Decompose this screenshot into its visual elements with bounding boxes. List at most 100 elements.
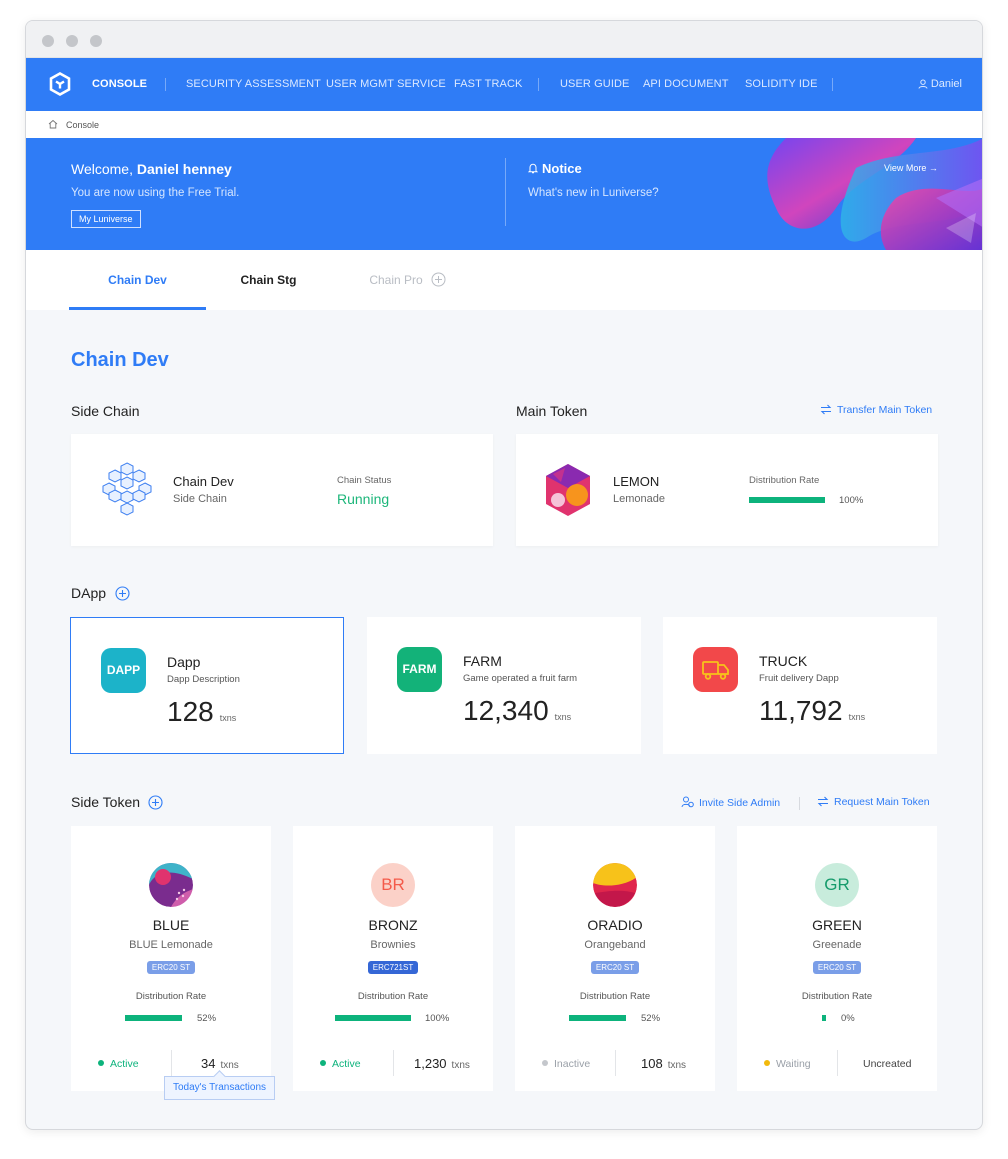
- dapp-card[interactable]: FARM FARM Game operated a fruit farm 12,…: [367, 617, 641, 754]
- chain-tabs: Chain Dev Chain Stg Chain Pro: [26, 250, 982, 310]
- user-name: Daniel: [930, 78, 962, 90]
- breadcrumb: Console: [26, 111, 982, 138]
- token-dr-value: 100%: [425, 1013, 450, 1024]
- trial-text: You are now using the Free Trial.: [71, 187, 240, 199]
- token-dr-bar: [335, 1015, 411, 1021]
- main-token-sub: Lemonade: [613, 493, 665, 505]
- dapp-card[interactable]: TRUCK Fruit delivery Dapp 11,792 txns: [663, 617, 937, 754]
- token-name: GREEN: [812, 917, 862, 933]
- side-token-card[interactable]: BLUE BLUE Lemonade ERC20 ST Distribution…: [71, 826, 271, 1091]
- token-txn-count[interactable]: 1,230 txns: [414, 1056, 470, 1071]
- nav-console[interactable]: CONSOLE: [92, 58, 147, 111]
- token-sub: Brownies: [370, 939, 416, 951]
- dapp-name: FARM: [463, 653, 502, 669]
- token-dr-value: 52%: [641, 1013, 661, 1024]
- token-status: Waiting: [764, 1058, 811, 1070]
- nav-solidity-ide[interactable]: SOLIDITY IDE: [745, 58, 818, 111]
- truck-icon: [693, 647, 738, 692]
- token-standard-badge: ERC20 ST: [590, 961, 640, 974]
- tab-chain-dev[interactable]: Chain Dev: [69, 250, 206, 310]
- main-token-dr-bar: [749, 497, 825, 503]
- bronz-token-avatar: BR: [371, 863, 415, 907]
- token-dr-bar: [125, 1015, 182, 1021]
- nav-user-guide[interactable]: USER GUIDE: [560, 58, 629, 111]
- token-dr-label: Distribution Rate: [357, 991, 429, 1002]
- welcome-user-name: Daniel henney: [136, 161, 232, 177]
- home-icon[interactable]: [48, 119, 58, 129]
- transfer-icon: [817, 796, 829, 807]
- status-dot: [320, 1060, 326, 1066]
- add-dapp-icon[interactable]: [115, 586, 130, 601]
- token-txn-count[interactable]: 34 txns: [201, 1056, 239, 1071]
- nav-security-assessment[interactable]: SECURITY ASSESSMENT: [186, 58, 321, 111]
- request-main-token-link[interactable]: Request Main Token: [817, 796, 930, 808]
- view-more-link[interactable]: View More →: [884, 163, 938, 173]
- dapp-txn-count: 11,792 txns: [759, 695, 866, 726]
- token-dr-label: Distribution Rate: [801, 991, 873, 1002]
- dapp-txn-count: 128 txns: [167, 696, 237, 727]
- chain-status-value: Running: [337, 491, 390, 507]
- side-token-card[interactable]: GR GREEN Greenade ERC20 ST Distribution …: [737, 826, 937, 1091]
- token-name: BRONZ: [368, 917, 418, 933]
- side-chain-card[interactable]: Chain Dev Side Chain Chain Status Runnin…: [71, 434, 493, 546]
- luniverse-logo-icon[interactable]: [48, 72, 72, 96]
- notice-text[interactable]: What's new in Luniverse?: [528, 187, 659, 199]
- window-close-dot[interactable]: [42, 35, 54, 47]
- nav-separator: [165, 78, 166, 91]
- dapp-desc: Dapp Description: [167, 674, 240, 685]
- token-dr-label: Distribution Rate: [135, 991, 207, 1002]
- invite-side-admin-link[interactable]: Invite Side Admin: [681, 796, 780, 809]
- window-titlebar: [26, 21, 982, 58]
- nav-api-document[interactable]: API DOCUMENT: [643, 58, 729, 111]
- tab-chain-pro[interactable]: Chain Pro: [361, 250, 431, 310]
- token-sub: Orangeband: [584, 939, 646, 951]
- side-chain-name: Chain Dev: [173, 474, 234, 489]
- add-chain-icon[interactable]: [431, 272, 446, 287]
- banner-divider: [505, 158, 506, 226]
- nav-fast-track[interactable]: FAST TRACK: [454, 58, 522, 111]
- blue-token-avatar: [149, 863, 193, 907]
- window-maximize-dot[interactable]: [90, 35, 102, 47]
- user-icon: [918, 79, 928, 89]
- dapp-card[interactable]: DAPP Dapp Dapp Description 128 txns: [70, 617, 344, 754]
- token-sub: Greenade: [812, 939, 862, 951]
- farm-icon: FARM: [397, 647, 442, 692]
- token-standard-badge: ERC20 ST: [812, 961, 862, 974]
- nav-separator: [832, 78, 833, 91]
- main-token-dr-value: 100%: [839, 495, 864, 506]
- main-token-card[interactable]: LEMON Lemonade Distribution Rate 100%: [516, 434, 938, 546]
- notice-title[interactable]: Notice: [527, 161, 582, 176]
- token-name: ORADIO: [587, 917, 643, 933]
- token-status: Active: [98, 1058, 139, 1070]
- dapp-section-title: DApp: [71, 585, 107, 601]
- token-uncreated-label: Uncreated: [863, 1058, 912, 1070]
- token-status: Active: [320, 1058, 361, 1070]
- side-token-card[interactable]: BR BRONZ Brownies ERC721ST Distribution …: [293, 826, 493, 1091]
- breadcrumb-console[interactable]: Console: [66, 120, 99, 130]
- nav-user-menu[interactable]: Daniel: [918, 58, 962, 111]
- add-side-token-icon[interactable]: [148, 795, 163, 810]
- token-divider: [171, 1050, 172, 1076]
- my-luniverse-button[interactable]: My Luniverse: [71, 210, 141, 228]
- token-name: BLUE: [152, 917, 190, 933]
- link-separator: [799, 797, 800, 810]
- invite-user-icon: [681, 796, 694, 808]
- main-token-name: LEMON: [613, 474, 660, 489]
- status-dot: [542, 1060, 548, 1066]
- transfer-main-token-link[interactable]: Transfer Main Token: [820, 404, 932, 416]
- green-token-avatar: GR: [815, 863, 859, 907]
- side-token-card[interactable]: ORADIO Orangeband ERC20 ST Distribution …: [515, 826, 715, 1091]
- tab-chain-stg[interactable]: Chain Stg: [226, 250, 311, 310]
- window-minimize-dot[interactable]: [66, 35, 78, 47]
- token-divider: [393, 1050, 394, 1076]
- token-txn-count[interactable]: 108 txns: [641, 1056, 686, 1071]
- token-dr-value: 0%: [841, 1013, 855, 1024]
- dapp-icon: DAPP: [101, 648, 146, 693]
- welcome-text: Welcome, Daniel henney: [71, 161, 232, 177]
- dapp-name: TRUCK: [759, 653, 808, 669]
- token-divider: [837, 1050, 838, 1076]
- side-token-section-title: Side Token: [71, 794, 141, 810]
- token-standard-badge: ERC20 ST: [146, 961, 196, 974]
- nav-user-mgmt-service[interactable]: USER MGMT SERVICE: [326, 58, 446, 111]
- token-dr-bar: [822, 1015, 826, 1021]
